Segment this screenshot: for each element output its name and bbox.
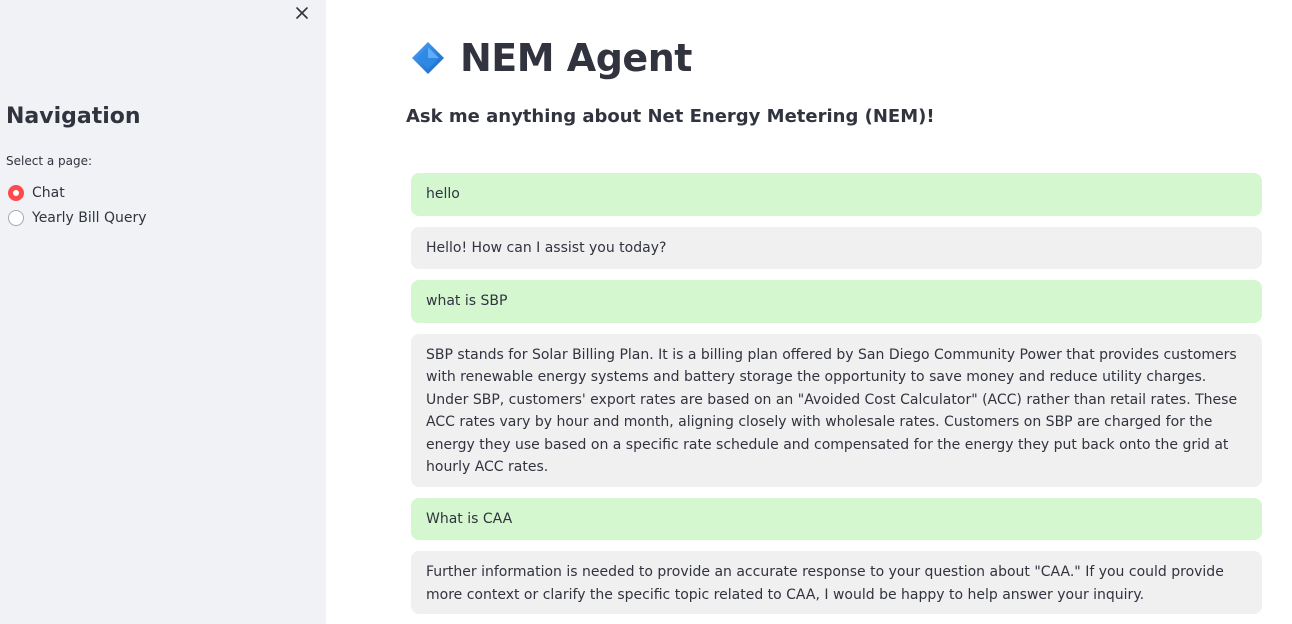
app-root: Navigation Select a page: Chat Yearly Bi… bbox=[0, 0, 1292, 624]
chat-message-user: What is CAA bbox=[411, 497, 1262, 540]
page-radio-group: Chat Yearly Bill Query bbox=[8, 180, 147, 230]
radio-selected-icon bbox=[8, 184, 24, 201]
close-sidebar-button[interactable] bbox=[290, 2, 314, 24]
radio-option-label: Yearly Bill Query bbox=[32, 209, 147, 226]
radio-option-label: Chat bbox=[32, 184, 65, 201]
main-content: NEM Agent Ask me anything about Net Ener… bbox=[326, 0, 1292, 624]
page-select-label: Select a page: bbox=[6, 154, 93, 168]
page-subtitle: Ask me anything about Net Energy Meterin… bbox=[406, 106, 935, 127]
title-row: NEM Agent bbox=[410, 36, 692, 80]
chat-message-user: hello bbox=[411, 173, 1262, 216]
sidebar-title: Navigation bbox=[6, 104, 141, 129]
chat-message-user: what is SBP bbox=[411, 280, 1262, 323]
blue-diamond-icon bbox=[412, 42, 444, 74]
radio-option-yearly-bill-query[interactable]: Yearly Bill Query bbox=[8, 205, 147, 230]
radio-option-chat[interactable]: Chat bbox=[8, 180, 147, 205]
page-title: NEM Agent bbox=[460, 36, 692, 80]
radio-unselected-icon bbox=[8, 209, 24, 226]
sidebar: Navigation Select a page: Chat Yearly Bi… bbox=[0, 0, 326, 624]
chat-message-assistant: Hello! How can I assist you today? bbox=[411, 226, 1262, 269]
chat-messages: hello Hello! How can I assist you today?… bbox=[411, 173, 1262, 624]
chat-message-assistant: Further information is needed to provide… bbox=[411, 551, 1262, 614]
chat-message-assistant: SBP stands for Solar Billing Plan. It is… bbox=[411, 333, 1262, 487]
close-icon bbox=[296, 7, 308, 19]
